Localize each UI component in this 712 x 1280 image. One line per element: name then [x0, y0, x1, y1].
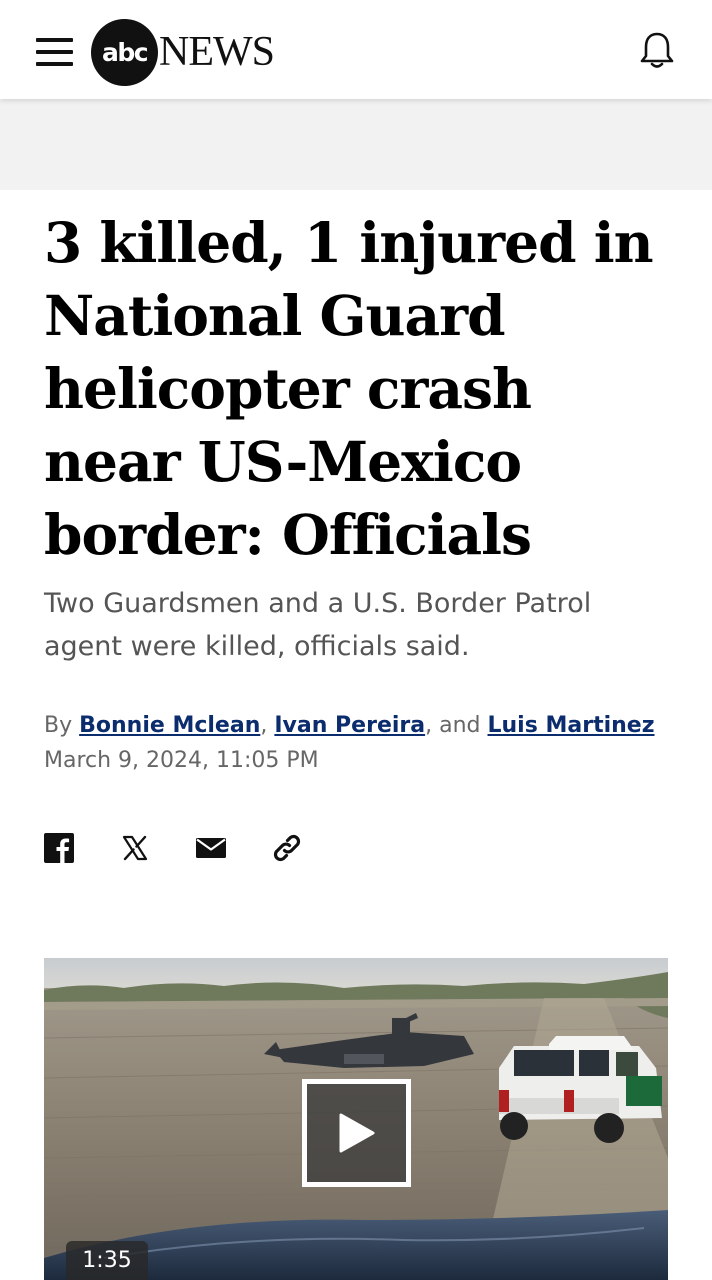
byline-separator: , [260, 713, 268, 738]
email-icon[interactable] [194, 830, 228, 866]
bell-icon[interactable] [638, 30, 676, 70]
abc-news-logo[interactable]: abc NEWS [91, 18, 301, 86]
x-icon[interactable] [118, 830, 152, 866]
article-headline: 3 killed, 1 injured in National Guard he… [44, 210, 654, 567]
ad-placeholder [0, 99, 712, 190]
byline-separator-and: , and [425, 713, 481, 738]
top-navigation-bar: abc NEWS [0, 0, 712, 99]
byline-prefix: By [44, 713, 73, 738]
video-duration: 1:35 [82, 1248, 132, 1273]
article-video-player[interactable]: 1:35 [44, 958, 668, 1280]
article-subheadline: Two Guardsmen and a U.S. Border Patrol a… [44, 588, 592, 662]
author-link-ivan-pereira[interactable]: Ivan Pereira [274, 713, 425, 738]
play-icon [339, 1113, 374, 1153]
facebook-icon[interactable] [42, 830, 76, 866]
author-link-luis-martinez[interactable]: Luis Martinez [488, 713, 655, 738]
hamburger-menu-icon[interactable] [36, 38, 74, 66]
author-link-bonnie-mclean[interactable]: Bonnie Mclean [79, 713, 260, 738]
logo-abc-text: abc [101, 37, 149, 67]
video-duration-badge: 1:35 [66, 1241, 148, 1280]
logo-news-text: NEWS [159, 29, 275, 75]
article-date: March 9, 2024, 11:05 PM [44, 748, 319, 773]
link-icon[interactable] [270, 830, 304, 866]
abc-logo-circle: abc [91, 18, 158, 86]
play-button[interactable] [302, 1079, 411, 1187]
article-byline: By Bonnie Mclean, Ivan Pereira, and Luis… [44, 711, 684, 741]
